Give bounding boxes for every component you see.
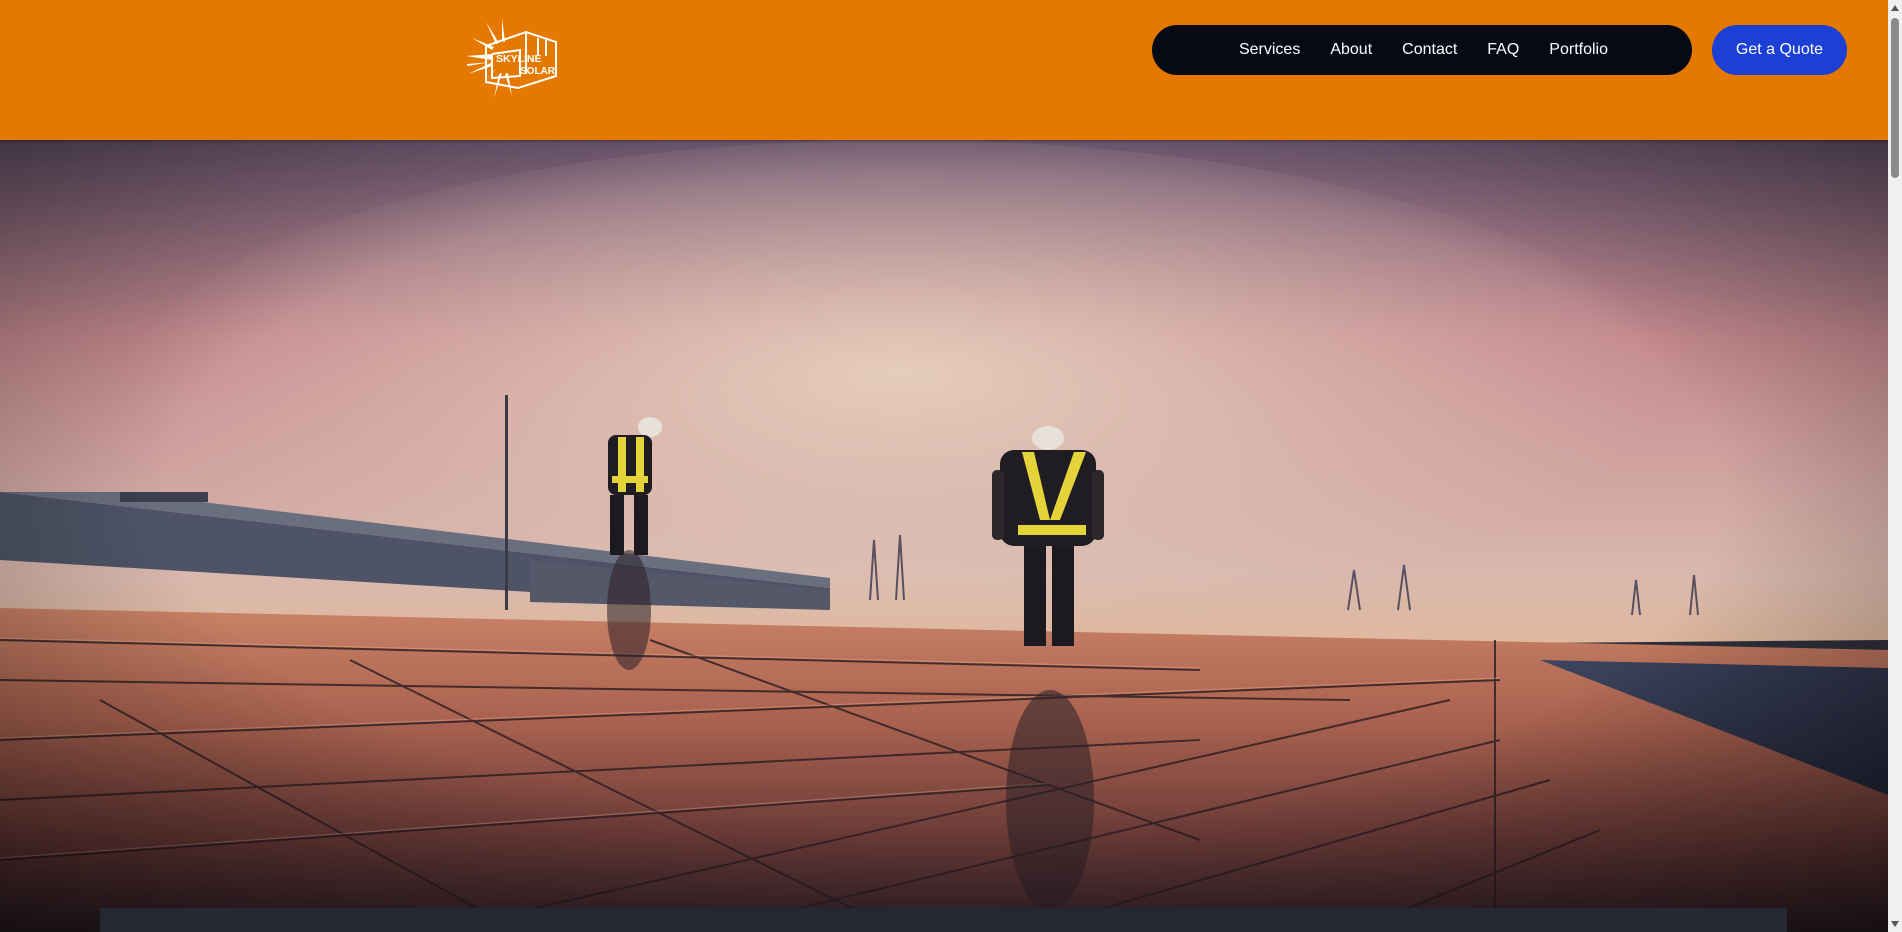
site-header: SKYLINE SOLAR Services About Contact FAQ…: [0, 0, 1888, 140]
scroll-thumb[interactable]: [1891, 18, 1899, 178]
logo-wordmark-skyline: SKYLINE: [496, 53, 542, 65]
nav-link-portfolio[interactable]: Portfolio: [1549, 41, 1608, 59]
solar-rooftop-workers-photo: [0, 140, 1888, 932]
nav-link-about[interactable]: About: [1330, 41, 1372, 59]
nav-link-faq[interactable]: FAQ: [1487, 41, 1519, 59]
scroll-down-arrow-icon[interactable]: [1888, 916, 1902, 932]
page-scrollbar[interactable]: [1888, 0, 1902, 932]
logo-wordmark-solar: SOLAR: [520, 66, 556, 77]
main-navigation: Services About Contact FAQ Portfolio: [1152, 25, 1692, 75]
get-a-quote-button[interactable]: Get a Quote: [1712, 25, 1847, 75]
scroll-up-arrow-icon[interactable]: [1888, 0, 1902, 16]
content-card-top-edge: [100, 908, 1787, 932]
hero-image: [0, 140, 1888, 932]
skyline-solar-logo[interactable]: SKYLINE SOLAR: [462, 16, 558, 100]
nav-link-services[interactable]: Services: [1239, 41, 1300, 59]
nav-link-contact[interactable]: Contact: [1402, 41, 1457, 59]
